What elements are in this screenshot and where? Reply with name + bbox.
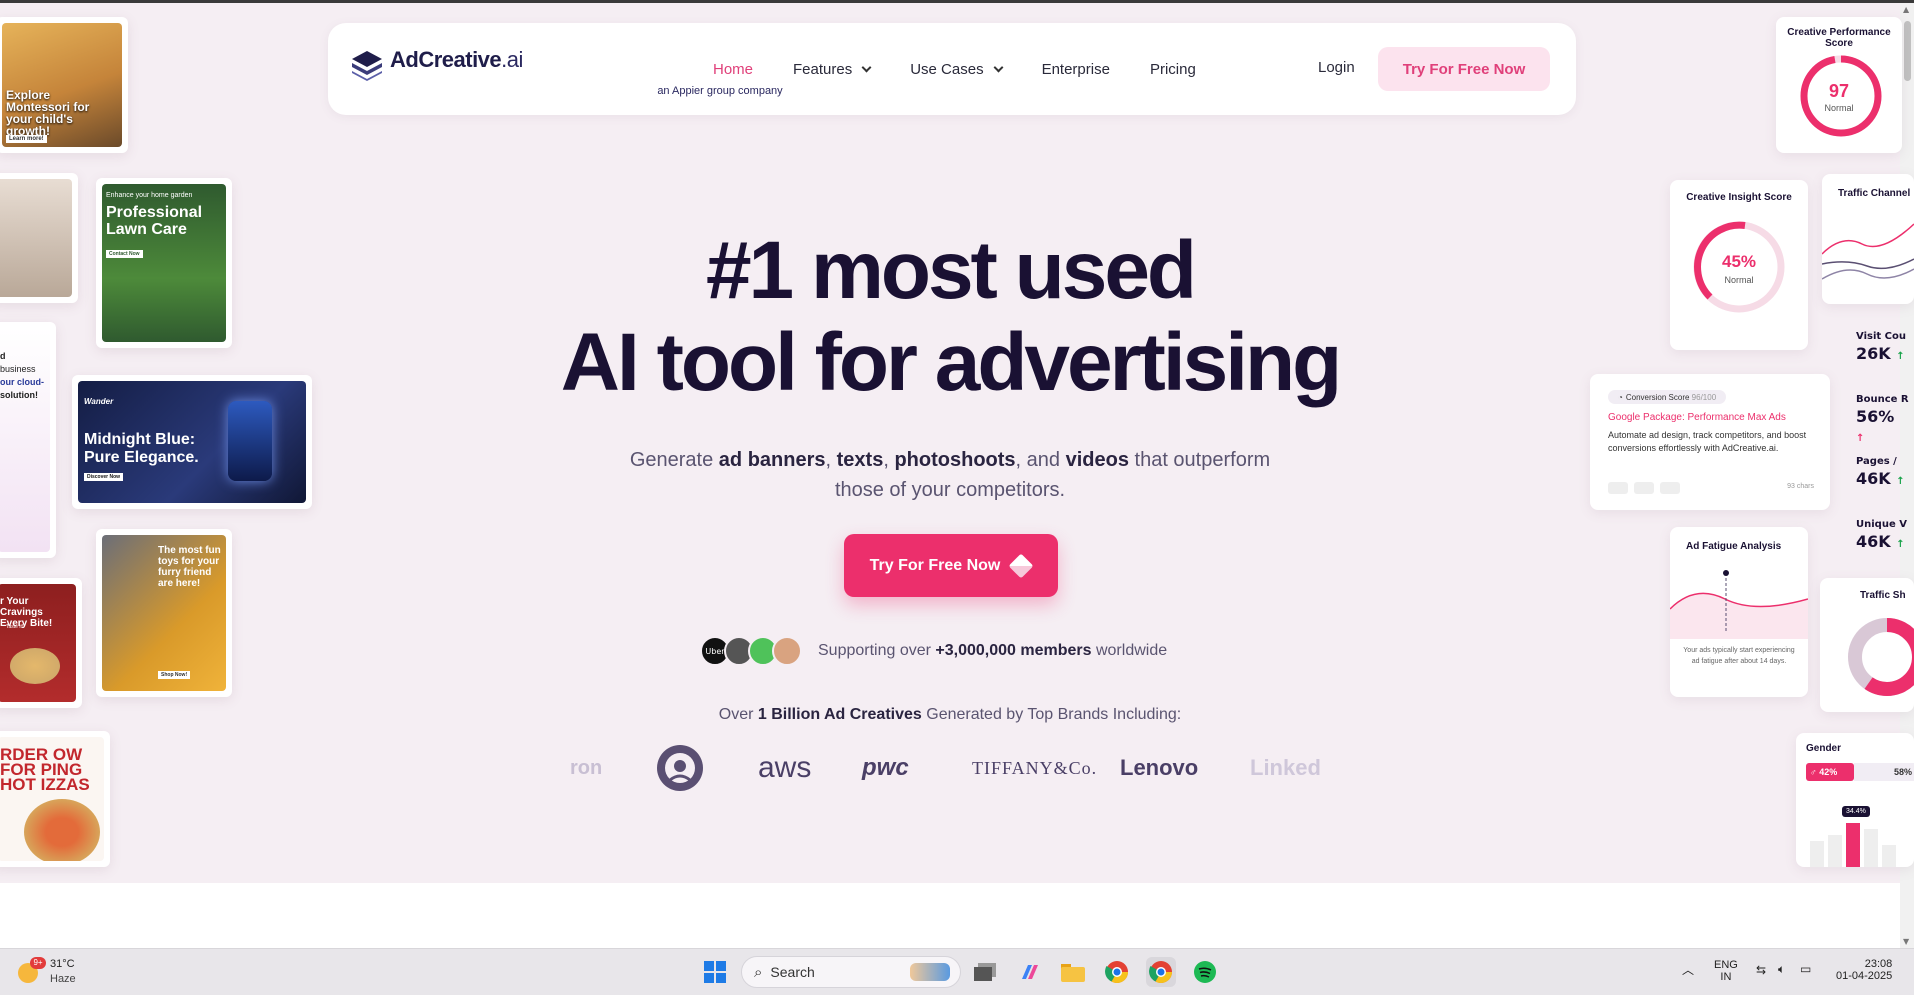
file-explorer-icon[interactable] [1058, 957, 1088, 987]
performance-score-widget: Creative Performance Score 97 Normal [1776, 17, 1902, 153]
hero-try-free-button[interactable]: Try For Free Now [844, 534, 1058, 597]
gender-male-bar: ♂ 42% [1806, 763, 1854, 781]
creative-card[interactable]: Wander Midnight Blue: Pure Elegance. Dis… [72, 375, 312, 509]
avatar [772, 636, 802, 666]
gender-widget: Gender ♂ 42% 58% 34.4% [1796, 733, 1914, 867]
stat-bounce-rate: Bounce R 56% ↑ [1856, 394, 1909, 444]
nav-try-free-button[interactable]: Try For Free Now [1378, 47, 1550, 91]
chevron-down-icon [993, 62, 1004, 72]
nav-features[interactable]: Features [793, 61, 872, 78]
scroll-down-icon[interactable]: ▼ [1903, 937, 1909, 946]
members-row: Uber Supporting over +3,000,000 members … [700, 634, 1167, 668]
brand-logo: aws [758, 751, 812, 784]
creative-card[interactable] [0, 173, 78, 303]
insight-score-widget: Creative Insight Score 45% Normal [1670, 180, 1808, 350]
creative-card[interactable]: Explore Montessori for your child's grow… [0, 17, 128, 153]
spotify-icon[interactable] [1190, 957, 1220, 987]
taskbar-search[interactable]: ⌕ Search [741, 956, 961, 988]
brand-logos: ron aws pwc TIFFANY&Co. Lenovo Linked [560, 740, 1360, 796]
clock[interactable]: 23:08 01-04-2025 [1836, 958, 1892, 982]
nav-pricing[interactable]: Pricing [1150, 61, 1196, 78]
page-below-section [0, 883, 1900, 948]
windows-taskbar: 9+ 31°C Haze ⌕ Search ︿ ENG IN ⇆ 🔈︎ ▭ 23:… [0, 948, 1914, 995]
traffic-share-widget: Traffic Sh [1820, 578, 1914, 712]
creative-card[interactable]: r Your Cravings Every Bite! Taste it! [0, 578, 82, 708]
task-view-icon[interactable] [970, 957, 1000, 987]
creative-card[interactable]: RDER OW FOR PING HOT IZZAS [0, 731, 110, 867]
members-text: Supporting over +3,000,000 members world… [818, 642, 1168, 659]
starbucks-logo [656, 740, 704, 796]
traffic-channel-widget: Traffic Channel [1822, 174, 1914, 304]
gender-female-bar: 58% [1854, 763, 1914, 781]
fatigue-chart [1670, 570, 1808, 639]
notification-badge: 9+ [30, 957, 46, 969]
creative-card[interactable]: The most fun toys for your furry friend … [96, 529, 232, 697]
conversion-score-widget: ◔ Conversion Score 96/100 Google Package:… [1590, 374, 1830, 510]
traffic-line-chart [1822, 223, 1914, 280]
brand-logo: TIFFANY&Co. [972, 757, 1098, 778]
network-icon[interactable]: ⇆ [1756, 963, 1766, 977]
conversion-score-pill: ◔ Conversion Score 96/100 [1608, 390, 1727, 404]
hero-subtitle: Generate ad banners, texts, photoshoots,… [629, 449, 1271, 501]
nav-links: Home Features Use Cases Enterprise Prici… [713, 23, 1236, 115]
creative-card[interactable]: Enhance your home garden Professional La… [96, 178, 232, 348]
show-hidden-icons[interactable]: ︿ [1682, 961, 1694, 978]
top-navigation: AdCreative.ai an Appier group company Ho… [328, 23, 1576, 115]
nav-enterprise[interactable]: Enterprise [1042, 61, 1110, 78]
chrome-icon[interactable] [1146, 957, 1176, 987]
ad-fatigue-widget: Ad Fatigue Analysis Your ads typically s… [1670, 527, 1808, 697]
brand-logo: Lenovo [1120, 755, 1199, 780]
stat-unique-visitors: Unique V 46K ↑ [1856, 519, 1907, 551]
adcreative-logo[interactable]: AdCreative.ai an Appier group company [350, 45, 783, 97]
clock-icon: ◔ [1618, 392, 1623, 402]
brand-logo: Linked [1250, 755, 1321, 780]
nav-home[interactable]: Home [713, 61, 753, 78]
stat-pages: Pages /46K ↑ [1856, 456, 1905, 488]
language-indicator[interactable]: ENG IN [1714, 959, 1738, 983]
search-icon: ⌕ [754, 963, 763, 981]
male-icon: ♂ [1810, 767, 1820, 777]
brand-logo: ron [570, 756, 603, 779]
scrollbar-thumb[interactable] [1904, 21, 1911, 81]
traffic-donut [1848, 618, 1914, 696]
search-highlight-icon [910, 963, 950, 981]
brand-logo: pwc [862, 754, 909, 781]
battery-icon[interactable]: ▭ [1800, 962, 1811, 976]
creative-card[interactable]: d business our cloud- solution! [0, 322, 56, 558]
logo-icon [352, 51, 382, 81]
chevron-down-icon [861, 62, 872, 72]
hero-title: #1 most used AI tool for advertising [560, 225, 1342, 408]
brands-heading: Over 1 Billion Ad Creatives Generated by… [718, 706, 1182, 723]
nav-use-cases[interactable]: Use Cases [910, 61, 1004, 78]
windows-start-icon[interactable] [700, 957, 730, 987]
chrome-icon[interactable] [1102, 957, 1132, 987]
scroll-up-icon[interactable]: ▲ [1903, 5, 1909, 14]
logo-name: AdCreative.ai [390, 47, 523, 72]
cube-icon [1008, 553, 1034, 578]
avatar-stack: Uber [700, 636, 802, 666]
copilot-icon[interactable] [1014, 957, 1044, 987]
stat-visit-count: Visit Cou 26K ↑ [1856, 331, 1906, 363]
weather-widget[interactable]: 9+ 31°C Haze [16, 957, 86, 989]
volume-icon[interactable]: 🔈︎ [1778, 962, 1785, 977]
login-link[interactable]: Login [1318, 59, 1355, 76]
